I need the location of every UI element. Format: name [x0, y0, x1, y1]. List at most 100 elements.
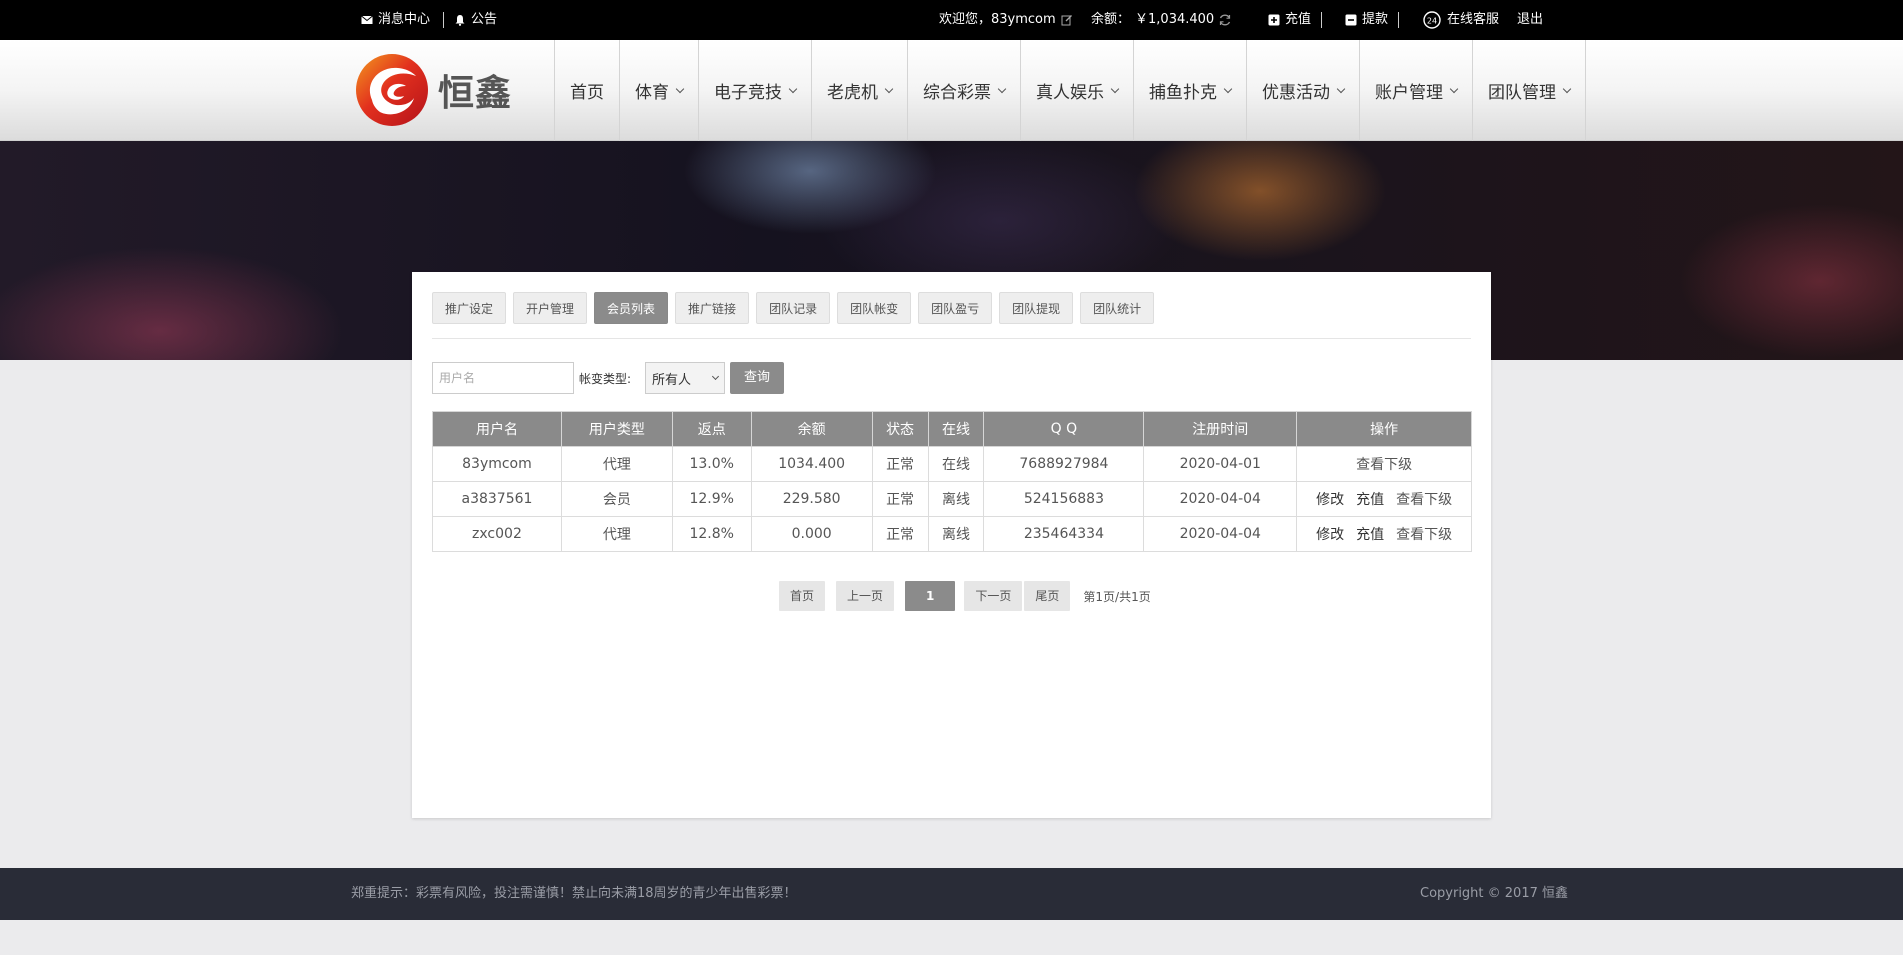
- bell-icon: [455, 15, 465, 26]
- balance-value: ￥1,034.400: [1135, 12, 1215, 27]
- col-user-type[interactable]: 用户类型: [560, 411, 673, 447]
- withdraw-link[interactable]: 提款: [1345, 0, 1388, 40]
- chevron-down-icon: [1110, 84, 1120, 93]
- chevron-down-icon: [1449, 84, 1459, 93]
- team-tabs: 推广设定 开户管理 会员列表 推广链接 团队记录 团队帐变 团队盈亏 团队提现 …: [432, 292, 1155, 324]
- nav-item-lottery[interactable]: 综合彩票: [908, 40, 1021, 141]
- cell-online: 离线: [927, 516, 985, 552]
- tab-team-withdrawals[interactable]: 团队提现: [999, 292, 1074, 324]
- table-row: a3837561 会员 12.9% 229.580 正常 离线 52415688…: [432, 481, 1472, 517]
- tab-team-records[interactable]: 团队记录: [756, 292, 831, 324]
- nav-item-account[interactable]: 账户管理: [1360, 40, 1473, 141]
- query-button[interactable]: 查询: [730, 362, 785, 394]
- view-subordinates-link[interactable]: 查看下级: [1396, 492, 1452, 508]
- support-link[interactable]: 24 在线客服: [1422, 0, 1499, 40]
- nav-label: 账户管理: [1375, 83, 1443, 103]
- cell-actions: 查看下级: [1296, 446, 1472, 482]
- main-nav: 首页 体育 电子竞技 老虎机 综合彩票 真人娱乐 捕鱼扑克 优惠活动 账户管理 …: [554, 40, 1586, 141]
- tab-promotion-link[interactable]: 推广链接: [675, 292, 750, 324]
- logout-link[interactable]: 退出: [1517, 0, 1543, 40]
- notice-label: 公告: [471, 12, 498, 27]
- cell-balance: 1034.400: [750, 446, 873, 482]
- col-username[interactable]: 用户名: [432, 411, 562, 447]
- cell-actions: 修改 充值 查看下级: [1296, 516, 1472, 552]
- col-qq[interactable]: Q Q: [983, 411, 1145, 447]
- page-info: 第1页/共1页: [1083, 589, 1151, 604]
- tab-team-profit-loss[interactable]: 团队盈亏: [918, 292, 993, 324]
- footer-notice: 郑重提示：彩票有风险，投注需谨慎！禁止向未满18周岁的青少年出售彩票！: [351, 886, 797, 901]
- col-registered[interactable]: 注册时间: [1143, 411, 1298, 447]
- nav-item-sports[interactable]: 体育: [620, 40, 699, 141]
- cell-username: 83ymcom: [432, 446, 562, 482]
- nav-item-esports[interactable]: 电子竞技: [699, 40, 812, 141]
- tab-member-list[interactable]: 会员列表: [594, 292, 669, 324]
- deposit-link[interactable]: 充值: [1268, 0, 1311, 40]
- view-subordinates-link[interactable]: 查看下级: [1356, 457, 1412, 473]
- cell-actions: 修改 充值 查看下级: [1296, 481, 1472, 517]
- minus-square-icon: [1345, 14, 1357, 26]
- chevron-down-icon: [1562, 84, 1572, 93]
- edit-profile-button[interactable]: [1061, 0, 1073, 40]
- nav-item-team[interactable]: 团队管理: [1473, 40, 1586, 141]
- site-logo[interactable]: 恒鑫: [354, 54, 524, 126]
- recharge-link[interactable]: 充值: [1356, 492, 1384, 508]
- notice-link[interactable]: 公告: [454, 0, 497, 40]
- messages-label: 消息中心: [378, 12, 431, 27]
- filter-bar: 帐变类型: 所有人 查询: [432, 362, 785, 394]
- type-select-value: 所有人: [652, 372, 692, 388]
- tab-promotion-settings[interactable]: 推广设定: [432, 292, 507, 324]
- prev-page-button[interactable]: 上一页: [836, 581, 895, 611]
- nav-label: 首页: [570, 83, 604, 103]
- support-24h-icon: 24: [1423, 11, 1441, 29]
- first-page-button[interactable]: 首页: [779, 581, 826, 611]
- col-balance[interactable]: 余额: [750, 411, 873, 447]
- edit-icon: [1061, 15, 1072, 26]
- nav-item-fishing-poker[interactable]: 捕鱼扑克: [1134, 40, 1247, 141]
- divider: [1398, 12, 1399, 28]
- header: 恒鑫 首页 体育 电子竞技 老虎机 综合彩票 真人娱乐 捕鱼扑克 优惠活动 账户…: [0, 40, 1903, 141]
- view-subordinates-link[interactable]: 查看下级: [1396, 527, 1452, 543]
- type-select[interactable]: 所有人: [645, 362, 726, 394]
- refresh-balance-button[interactable]: [1218, 0, 1232, 40]
- refresh-icon: [1219, 14, 1231, 26]
- nav-label: 团队管理: [1488, 83, 1556, 103]
- logo-icon: [356, 54, 428, 126]
- cell-user-type: 代理: [560, 446, 673, 482]
- messages-link[interactable]: 消息中心: [361, 0, 430, 40]
- tab-account-opening[interactable]: 开户管理: [513, 292, 588, 324]
- balance-display: 余额： ￥1,034.400: [1091, 0, 1214, 40]
- chevron-down-icon: [997, 84, 1007, 93]
- current-page-button[interactable]: 1: [905, 581, 956, 611]
- edit-link[interactable]: 修改: [1316, 527, 1344, 543]
- svg-text:24: 24: [1427, 17, 1437, 26]
- nav-item-promotions[interactable]: 优惠活动: [1247, 40, 1360, 141]
- nav-label: 优惠活动: [1262, 83, 1330, 103]
- chevron-down-icon: [788, 84, 798, 93]
- col-status[interactable]: 状态: [871, 411, 929, 447]
- nav-label: 综合彩票: [923, 83, 991, 103]
- plus-square-icon: [1268, 14, 1280, 26]
- cell-balance: 0.000: [750, 516, 873, 552]
- cell-online: 离线: [927, 481, 985, 517]
- col-rebate[interactable]: 返点: [671, 411, 752, 447]
- nav-item-home[interactable]: 首页: [555, 40, 620, 141]
- cell-rebate: 12.8%: [671, 516, 752, 552]
- tab-team-statistics[interactable]: 团队统计: [1080, 292, 1155, 324]
- nav-item-slots[interactable]: 老虎机: [812, 40, 908, 141]
- nav-item-live-casino[interactable]: 真人娱乐: [1021, 40, 1134, 141]
- cell-qq: 7688927984: [983, 446, 1145, 482]
- col-actions: 操作: [1296, 411, 1472, 447]
- chevron-down-icon: [1336, 84, 1346, 93]
- next-page-button[interactable]: 下一页: [964, 581, 1023, 611]
- cell-user-type: 代理: [560, 516, 673, 552]
- edit-link[interactable]: 修改: [1316, 492, 1344, 508]
- deposit-label: 充值: [1285, 12, 1312, 27]
- recharge-link[interactable]: 充值: [1356, 527, 1384, 543]
- tab-team-transactions[interactable]: 团队帐变: [837, 292, 912, 324]
- username-input[interactable]: [432, 362, 574, 394]
- col-online[interactable]: 在线: [927, 411, 985, 447]
- last-page-button[interactable]: 尾页: [1024, 581, 1071, 611]
- table-row: zxc002 代理 12.8% 0.000 正常 离线 235464334 20…: [432, 516, 1472, 552]
- welcome-label: 欢迎您，83ymcom: [939, 12, 1056, 27]
- nav-label: 老虎机: [827, 83, 878, 103]
